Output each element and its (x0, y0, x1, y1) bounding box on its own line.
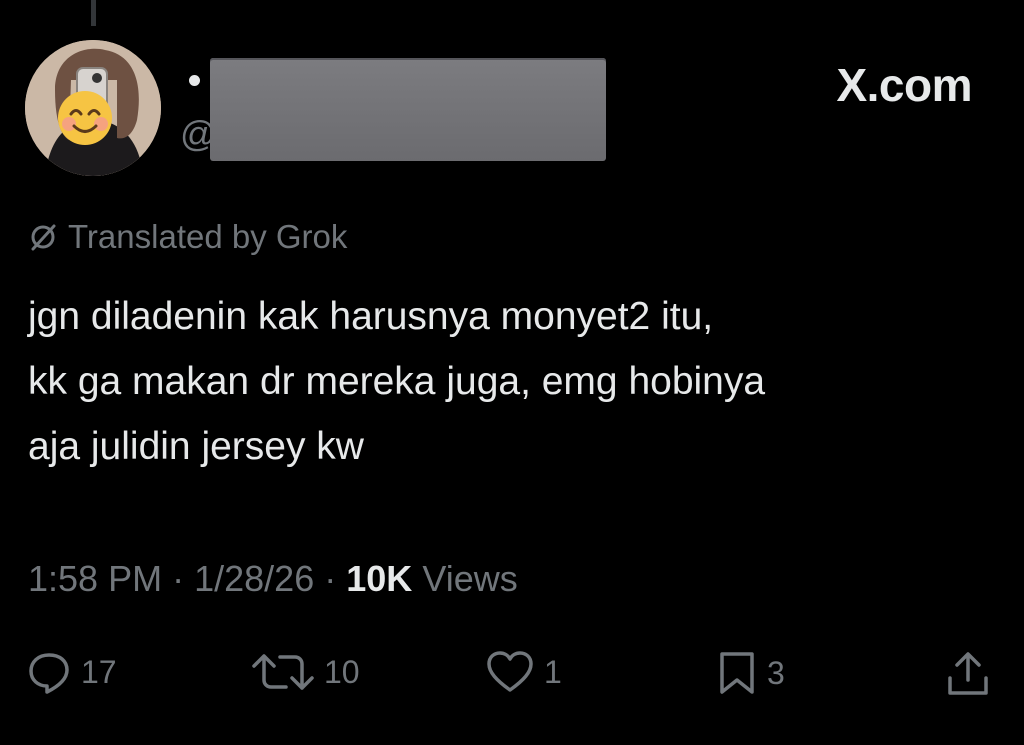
like-button[interactable]: 1 (486, 650, 562, 694)
translated-by-text: Translated by Grok (68, 218, 348, 255)
reply-icon (29, 653, 69, 694)
bookmark-count: 3 (767, 654, 785, 691)
thread-connector-line (91, 0, 96, 26)
repost-count: 10 (324, 653, 360, 690)
bookmark-button[interactable]: 3 (717, 650, 785, 696)
reply-count: 17 (81, 653, 117, 690)
share-icon (948, 652, 988, 695)
meta-separator: · (324, 558, 337, 599)
bookmark-icon (720, 652, 754, 694)
post-text: jgn diladenin kak harusnya monyet2 itu, … (28, 284, 1003, 479)
like-icon (487, 651, 533, 692)
views-label: Views (422, 558, 518, 599)
post-time[interactable]: 1:58 PM (28, 558, 162, 599)
repost-icon (252, 654, 314, 690)
redacted-username (210, 58, 606, 161)
post-date[interactable]: 1/28/26 (194, 558, 314, 599)
like-count: 1 (544, 653, 562, 690)
repost-button[interactable]: 10 (252, 650, 360, 694)
translated-by-label[interactable]: Translated by Grok (28, 218, 347, 256)
avatar[interactable] (25, 40, 161, 176)
verified-dot (189, 75, 200, 86)
brand-logo: X.com (836, 59, 972, 111)
post-text-line: jgn diladenin kak harusnya monyet2 itu, (28, 295, 714, 338)
reply-button[interactable]: 17 (27, 650, 117, 694)
post-meta: 1:58 PM · 1/28/26 · 10K Views (28, 558, 518, 600)
share-button[interactable] (945, 650, 991, 698)
translate-icon (31, 224, 56, 251)
post-text-line: kk ga makan dr mereka juga, emg hobinya (28, 360, 766, 403)
meta-separator: · (172, 558, 185, 599)
post-text-line: aja julidin jersey kw (28, 425, 364, 468)
avatar-image (25, 40, 161, 176)
views-count: 10K (346, 558, 413, 599)
action-bar: 17 10 1 3 (0, 650, 1024, 710)
